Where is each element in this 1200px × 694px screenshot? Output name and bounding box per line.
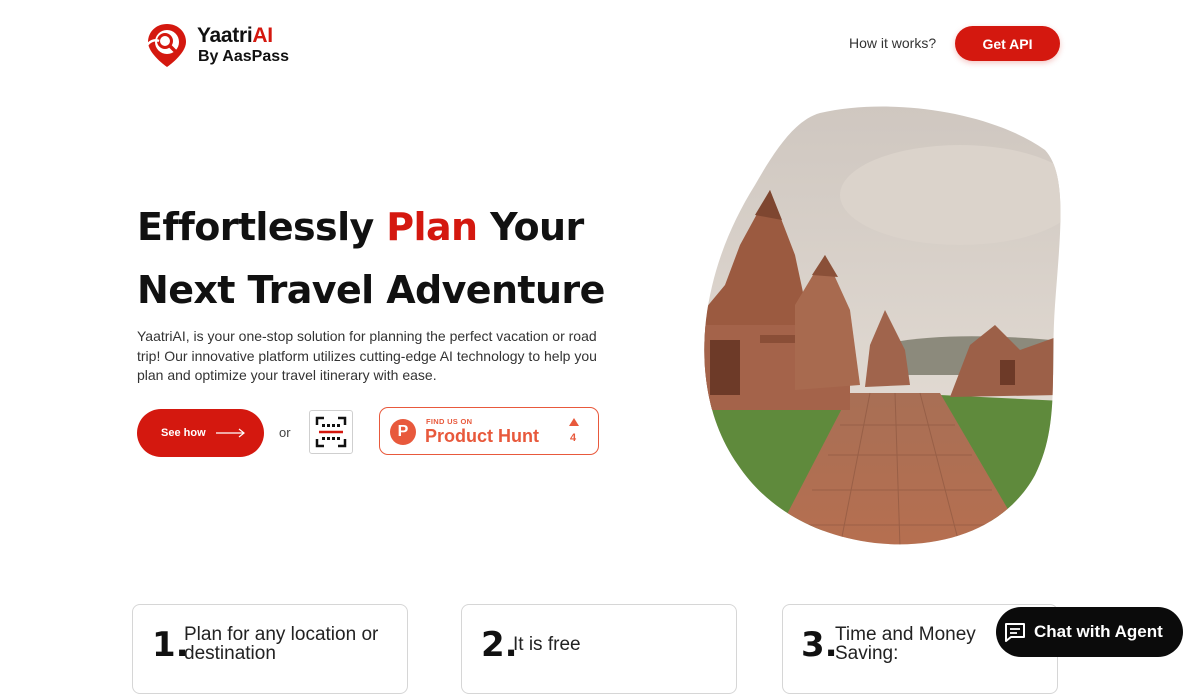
step-number: 3. bbox=[801, 625, 838, 665]
step-card-1: 1. Plan for any location or destination bbox=[132, 604, 408, 694]
upvote-triangle-icon bbox=[569, 418, 579, 426]
hero-description: YaatriAI, is your one-stop solution for … bbox=[137, 328, 597, 383]
qr-scan-icon bbox=[315, 416, 347, 448]
or-separator: or bbox=[279, 425, 291, 440]
arrow-right-icon bbox=[215, 428, 245, 438]
step-text: Time and Money Saving: bbox=[835, 624, 976, 664]
product-hunt-logo: P bbox=[390, 419, 416, 445]
qr-scan-button[interactable] bbox=[309, 410, 353, 454]
brand-logo[interactable]: YaatriAI By AasPass bbox=[143, 21, 303, 69]
product-hunt-upvote-count: 4 bbox=[570, 432, 577, 444]
product-hunt-name: Product Hunt bbox=[425, 426, 539, 446]
hero-title: Effortlessly Plan Your Next Travel Adven… bbox=[137, 205, 605, 312]
see-how-button[interactable]: See how bbox=[137, 409, 264, 457]
step-card-2: 2. It is free bbox=[461, 604, 737, 694]
chat-with-agent-button[interactable]: Chat with Agent bbox=[996, 607, 1183, 657]
how-it-works-link[interactable]: How it works? bbox=[849, 35, 936, 51]
chat-label: Chat with Agent bbox=[1034, 622, 1163, 641]
brand-name: YaatriAI bbox=[197, 24, 273, 47]
brand-subtitle: By AasPass bbox=[198, 48, 290, 65]
map-pin-search-icon bbox=[144, 24, 186, 67]
hero-title-accent: Plan bbox=[386, 205, 478, 249]
chat-message-icon bbox=[1005, 623, 1025, 642]
step-text: Plan for any location or destination bbox=[184, 624, 379, 664]
product-hunt-find-label: FIND US ON bbox=[426, 417, 473, 426]
get-api-button[interactable]: Get API bbox=[955, 26, 1060, 61]
product-hunt-badge[interactable]: P FIND US ON Product Hunt 4 bbox=[379, 407, 599, 455]
step-text: It is free bbox=[513, 634, 581, 655]
hero-temple-image bbox=[704, 106, 1061, 545]
see-how-label: See how bbox=[161, 427, 206, 439]
